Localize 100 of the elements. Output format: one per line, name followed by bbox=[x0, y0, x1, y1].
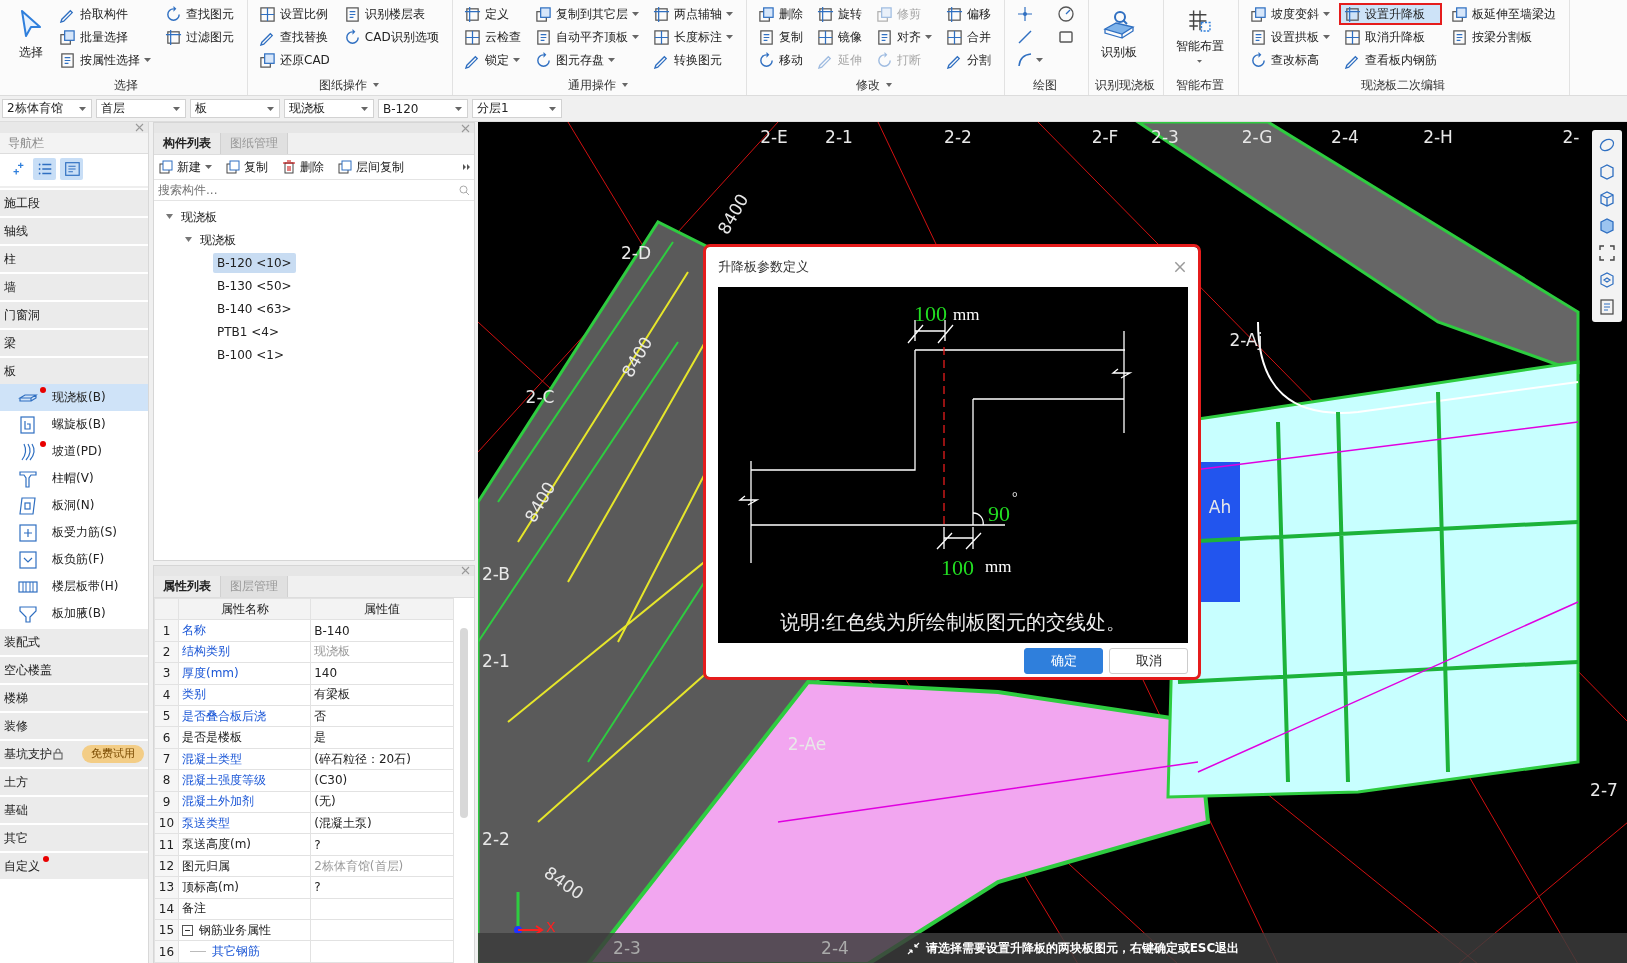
toolbar-button[interactable]: 复制 bbox=[224, 158, 270, 176]
tool-button[interactable]: 板延伸至墙梁边 bbox=[1445, 3, 1561, 25]
property-value[interactable]: B-140 bbox=[310, 619, 454, 642]
layers-icon[interactable] bbox=[1598, 298, 1616, 316]
property-value[interactable]: 否 bbox=[310, 705, 454, 727]
tool-button[interactable]: 复制到其它层 bbox=[529, 3, 644, 25]
tool-button[interactable]: 识别板 bbox=[1094, 3, 1143, 69]
category-item[interactable]: 基础 bbox=[0, 797, 148, 823]
tool-button[interactable]: 设置比例 bbox=[254, 3, 335, 25]
tool-button[interactable]: 移动 bbox=[752, 49, 808, 71]
solid-cube-icon[interactable] bbox=[1598, 217, 1616, 235]
category-item[interactable]: 梁 bbox=[0, 330, 148, 356]
group-label[interactable]: 图纸操作 bbox=[318, 76, 379, 94]
tree-item[interactable]: B-100 <1> bbox=[213, 344, 289, 365]
component-type-item[interactable]: 现浇板(B) bbox=[0, 384, 148, 411]
category-item[interactable]: 土方 bbox=[0, 769, 148, 795]
tool-button[interactable]: 按梁分割板 bbox=[1445, 26, 1561, 48]
cube-icon[interactable] bbox=[1598, 190, 1616, 208]
panel-tab[interactable]: 属性列表 bbox=[154, 575, 221, 597]
tool-button[interactable]: 查找图元 bbox=[160, 3, 239, 25]
expand-triangle-icon[interactable] bbox=[185, 236, 192, 243]
tool-button[interactable]: 识别楼层表 bbox=[338, 3, 444, 25]
category-item[interactable]: 施工段 bbox=[0, 190, 148, 216]
fullscreen-icon[interactable] bbox=[1598, 244, 1616, 262]
tool-button[interactable]: 查改标高 bbox=[1244, 49, 1335, 71]
property-value[interactable]: ? bbox=[310, 876, 454, 899]
tool-button[interactable]: 查找替换 bbox=[254, 26, 335, 48]
dropdown-field[interactable]: 现浇板 bbox=[284, 99, 374, 118]
tool-button[interactable]: 旋转 bbox=[811, 3, 867, 25]
tool-button[interactable]: 对齐 bbox=[870, 26, 937, 48]
tree-item[interactable]: B-130 <50> bbox=[213, 275, 296, 296]
close-icon[interactable] bbox=[461, 123, 470, 133]
category-item[interactable]: 墙 bbox=[0, 274, 148, 300]
confirm-button[interactable]: 确定 bbox=[1024, 648, 1103, 674]
tool-button[interactable]: 自动平齐顶板 bbox=[529, 26, 644, 48]
tool-button[interactable]: 图元存盘 bbox=[529, 49, 644, 71]
tool-button[interactable]: 删除 bbox=[752, 3, 808, 25]
tool-button[interactable]: 设置拱板 bbox=[1244, 26, 1335, 48]
category-item[interactable]: 基坑支护 免费试用 bbox=[0, 741, 148, 767]
cancel-button[interactable]: 取消 bbox=[1109, 648, 1188, 674]
category-item[interactable]: 自定义 bbox=[0, 853, 148, 879]
tool-button[interactable]: 定义 bbox=[458, 3, 526, 25]
tool-button[interactable]: 锁定 bbox=[458, 49, 526, 71]
category-item[interactable]: 装修 bbox=[0, 713, 148, 739]
list-button[interactable] bbox=[33, 158, 56, 180]
expand-triangle-icon[interactable] bbox=[166, 213, 173, 220]
category-item[interactable]: 楼梯 bbox=[0, 685, 148, 711]
search-field[interactable]: 搜索构件... bbox=[156, 182, 430, 198]
property-value[interactable]: (无) bbox=[310, 791, 454, 813]
category-item[interactable]: 轴线 bbox=[0, 218, 148, 244]
orbit-icon[interactable] bbox=[1598, 136, 1616, 154]
scrollbar[interactable] bbox=[460, 627, 468, 818]
dropdown-field[interactable]: 板 bbox=[190, 99, 280, 118]
tool-button[interactable]: 拾取构件 bbox=[54, 3, 156, 25]
group-label[interactable]: 修改 bbox=[856, 76, 893, 94]
tool-button[interactable]: 分割 bbox=[940, 49, 996, 71]
property-value[interactable]: (混凝土泵) bbox=[310, 812, 454, 834]
tool-button[interactable]: CAD识别选项 bbox=[338, 26, 444, 48]
tool-button[interactable]: 镜像 bbox=[811, 26, 867, 48]
tool-button[interactable]: 批量选择 bbox=[54, 26, 156, 48]
tool-button[interactable]: 转换图元 bbox=[647, 49, 738, 71]
toolbar-button[interactable]: 新建 bbox=[157, 158, 214, 176]
property-value[interactable]: 是 bbox=[310, 726, 454, 749]
tool-button[interactable]: 取消升降板 bbox=[1338, 26, 1442, 48]
dropdown-field[interactable]: 首层 bbox=[96, 99, 186, 118]
cube-3d-icon[interactable] bbox=[1598, 163, 1616, 181]
tree-item[interactable]: B-120 <10> bbox=[213, 252, 296, 273]
tool-button[interactable]: 偏移 bbox=[940, 3, 996, 25]
property-value[interactable]: 有梁板 bbox=[310, 684, 454, 706]
dropdown-field[interactable]: 2栋体育馆 bbox=[2, 99, 92, 118]
toolbar-button[interactable]: 层间复制 bbox=[336, 158, 406, 176]
expand-arrows-icon[interactable] bbox=[463, 163, 471, 171]
property-value[interactable]: 140 bbox=[310, 662, 454, 685]
tool-button[interactable]: 过滤图元 bbox=[160, 26, 239, 48]
tool-button[interactable]: 复制 bbox=[752, 26, 808, 48]
close-icon[interactable] bbox=[1174, 261, 1186, 273]
tool-button[interactable]: 合并 bbox=[940, 26, 996, 48]
group-label[interactable]: 通用操作 bbox=[568, 76, 629, 94]
tool-button[interactable]: 两点辅轴 bbox=[647, 3, 738, 25]
search-icon[interactable] bbox=[459, 184, 470, 196]
category-item[interactable]: 装配式 bbox=[0, 629, 148, 655]
property-value[interactable]: (碎石粒径：20石) bbox=[310, 748, 454, 770]
tool-button[interactable]: 选择 bbox=[12, 3, 50, 69]
tree-node[interactable]: 现浇板 bbox=[177, 206, 221, 227]
tool-button[interactable]: 查看板内钢筋 bbox=[1338, 49, 1442, 71]
tree-item[interactable]: PTB1 <4> bbox=[213, 321, 283, 342]
tool-button[interactable]: 设置升降板 bbox=[1338, 3, 1442, 25]
category-item[interactable]: 柱 bbox=[0, 246, 148, 272]
tool-button[interactable]: 长度标注 bbox=[647, 26, 738, 48]
toolbar-button[interactable]: 删除 bbox=[280, 158, 326, 176]
detail-list-button[interactable] bbox=[60, 158, 83, 180]
tree-node[interactable]: 现浇板 bbox=[196, 229, 240, 250]
tool-button[interactable]: 坡度变斜 bbox=[1244, 3, 1335, 25]
tree-item[interactable]: B-140 <63> bbox=[213, 298, 296, 319]
dropdown-field[interactable]: 分层1 bbox=[472, 99, 562, 118]
property-value[interactable]: ? bbox=[310, 833, 454, 856]
trial-badge[interactable]: 免费试用 bbox=[82, 745, 144, 763]
tool-button[interactable]: 智能布置 bbox=[1169, 3, 1230, 69]
collapse-icon[interactable] bbox=[182, 924, 193, 936]
tool-button[interactable]: 云检查 bbox=[458, 26, 526, 48]
